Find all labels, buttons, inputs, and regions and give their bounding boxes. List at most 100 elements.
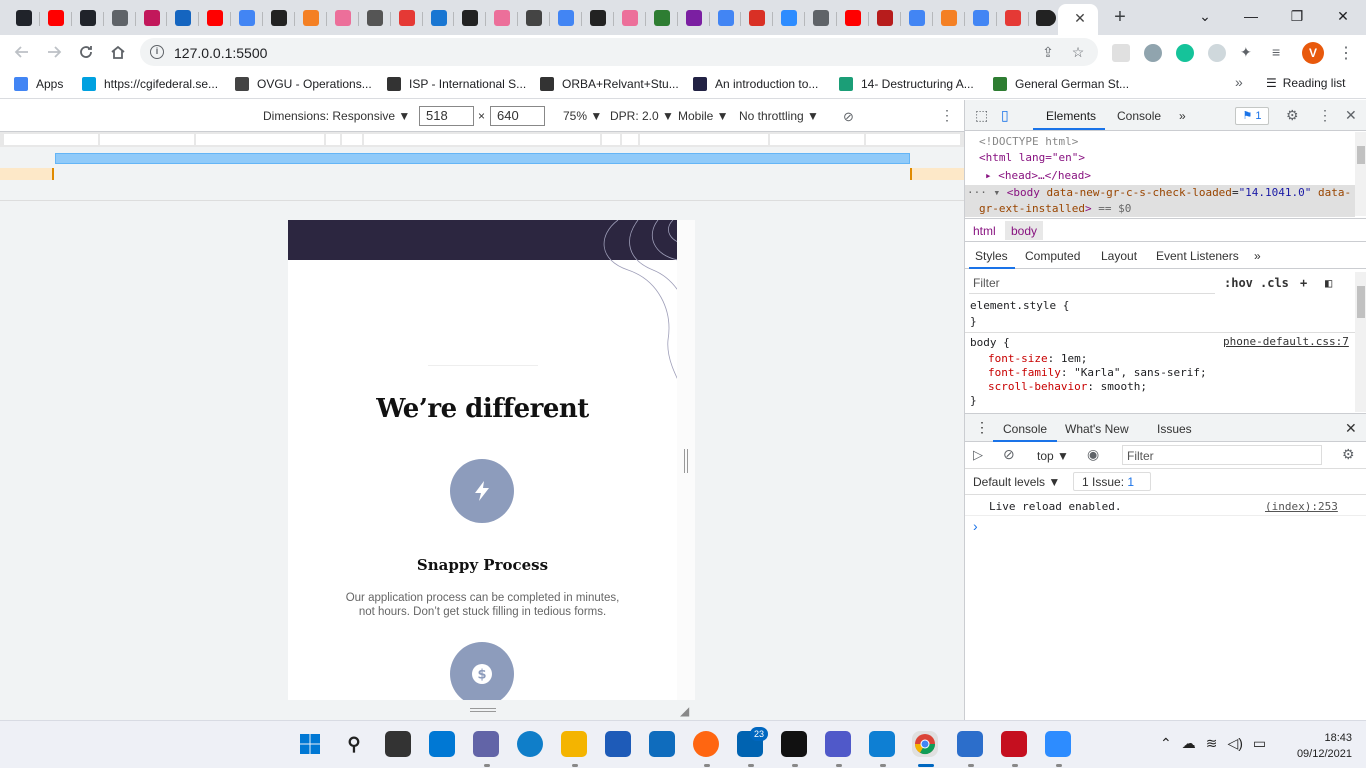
mode-dropdown[interactable]: Mobile ▼ <box>678 109 729 123</box>
bookmark-item[interactable]: An introduction to... <box>693 76 818 92</box>
console-prompt[interactable]: › <box>973 518 978 534</box>
media-query-segment[interactable] <box>602 134 620 145</box>
vscode-icon[interactable] <box>869 731 895 757</box>
media-query-segment[interactable] <box>342 134 362 145</box>
media-query-bar[interactable] <box>0 132 964 147</box>
browser-tab[interactable] <box>327 4 359 32</box>
styles-scrollbar[interactable] <box>1355 272 1366 412</box>
dpr-dropdown[interactable]: DPR: 2.0 ▼ <box>610 109 674 123</box>
device-toggle-icon[interactable]: ▯ <box>1001 107 1009 124</box>
dom-body[interactable]: ··· ▾ <body data-new-gr-c-s-check-loaded… <box>967 186 1351 199</box>
browser-tab[interactable] <box>933 4 965 32</box>
browser-tab[interactable] <box>359 4 391 32</box>
drawer-tab-whats-new[interactable]: What's New <box>1065 422 1129 436</box>
new-tab-button[interactable]: + <box>1108 6 1132 30</box>
css-selector[interactable]: element.style { <box>970 299 1069 312</box>
bookmark-item[interactable]: General German St... <box>993 76 1129 92</box>
tab-elements[interactable]: Elements <box>1046 109 1096 123</box>
drawer-kebab-icon[interactable]: ⋮ <box>975 419 989 436</box>
devtools-close-icon[interactable]: ✕ <box>1345 107 1357 124</box>
media-query-segment[interactable] <box>640 134 768 145</box>
resize-handle-corner[interactable]: ◢ <box>680 704 689 718</box>
reading-list-button[interactable]: ☰ Reading list <box>1266 76 1345 90</box>
home-button[interactable] <box>106 40 130 64</box>
browser-tab[interactable] <box>678 4 710 32</box>
bookmark-star-icon[interactable]: ☆ <box>1070 44 1086 60</box>
media-query-segment[interactable] <box>770 134 864 145</box>
media-query-max-width-bar[interactable] <box>55 153 910 164</box>
issues-chip[interactable]: 1 Issue: 1 <box>1073 472 1151 491</box>
browser-tab[interactable] <box>869 4 901 32</box>
chrome-icon[interactable] <box>912 731 938 757</box>
tab-styles[interactable]: Styles <box>975 249 1008 263</box>
bookmark-item[interactable]: https://cgifederal.se... <box>82 76 218 92</box>
reload-button[interactable] <box>74 40 98 64</box>
width-input[interactable]: 518 <box>419 106 474 126</box>
share-icon[interactable]: ⇪ <box>1040 44 1056 60</box>
search-icon[interactable]: ⚲ <box>341 731 367 757</box>
mail-icon[interactable] <box>649 731 675 757</box>
browser-tab[interactable] <box>295 4 327 32</box>
profile-avatar[interactable]: V <box>1302 42 1324 64</box>
media-query-segment[interactable] <box>4 134 98 145</box>
edge-icon[interactable] <box>517 731 543 757</box>
widgets-icon[interactable] <box>429 731 455 757</box>
forward-button[interactable] <box>42 40 66 64</box>
grammarly-icon[interactable] <box>1176 44 1194 62</box>
bookmark-item[interactable]: ISP - International S... <box>387 76 526 92</box>
address-bar[interactable]: i 127.0.0.1:5500 ⇪ ☆ <box>140 38 1098 66</box>
cls-button[interactable]: .cls <box>1260 276 1289 290</box>
tab-layout[interactable]: Layout <box>1101 249 1137 263</box>
dom-html[interactable]: <html lang="en"> <box>979 151 1085 164</box>
bookmark-item[interactable]: ORBA+Relvant+Stu... <box>540 76 679 92</box>
media-query-segment[interactable] <box>866 134 960 145</box>
notepad-icon[interactable] <box>957 731 983 757</box>
hov-button[interactable]: :hov <box>1224 276 1253 290</box>
log-levels-dropdown[interactable]: Default levels ▼ <box>973 475 1060 489</box>
inspect-icon[interactable]: ⬚ <box>975 107 988 124</box>
browser-tab[interactable] <box>518 4 551 32</box>
browser-tab[interactable] <box>486 4 519 32</box>
browser-tab[interactable] <box>646 4 678 32</box>
clock[interactable]: 18:43 09/12/2021 <box>1288 730 1352 762</box>
browser-tab[interactable] <box>104 4 136 32</box>
console-message-source[interactable]: (index):253 <box>1265 500 1338 513</box>
css-source-link[interactable]: phone-default.css:7 <box>1223 335 1349 348</box>
rotate-icon[interactable]: ⊘ <box>843 109 854 125</box>
volume-icon[interactable]: ◁) <box>1227 735 1242 752</box>
css-selector[interactable]: body { <box>970 336 1010 349</box>
bookmark-item[interactable]: 14- Destructuring A... <box>839 76 974 92</box>
cloud-icon[interactable]: ☁ <box>1182 735 1196 752</box>
css-declaration[interactable]: font-family: "Karla", sans-serif; <box>988 366 1207 379</box>
minimize-button[interactable]: — <box>1236 6 1266 26</box>
media-query-segment[interactable] <box>196 134 324 145</box>
store-icon[interactable] <box>605 731 631 757</box>
browser-tab[interactable] <box>167 4 200 32</box>
dom-head[interactable]: ▸ <head>…</head> <box>985 169 1091 182</box>
context-dropdown[interactable]: top ▼ <box>1037 449 1069 463</box>
sidebar-toggle-icon[interactable]: ▷ <box>973 447 983 463</box>
tab-event-listeners[interactable]: Event Listeners <box>1156 249 1239 263</box>
tab-computed[interactable]: Computed <box>1025 249 1080 263</box>
dom-scrollbar[interactable] <box>1355 132 1366 216</box>
windows-start-icon[interactable] <box>297 731 323 757</box>
browser-tab[interactable] <box>550 4 583 32</box>
chevron-up-icon[interactable]: ⌃ <box>1160 735 1172 752</box>
dimensions-dropdown[interactable]: Dimensions: Responsive ▼ <box>263 109 410 123</box>
styles-filter-input[interactable]: Filter <box>969 272 1215 294</box>
browser-tab[interactable] <box>136 4 168 32</box>
zoom-dropdown[interactable]: 75% ▼ <box>563 109 602 123</box>
extension-icon[interactable] <box>1208 44 1226 62</box>
browser-tab[interactable] <box>263 4 296 32</box>
browser-tab[interactable] <box>40 4 72 32</box>
browser-tab[interactable] <box>773 4 806 32</box>
browser-tab[interactable] <box>965 4 997 32</box>
toggle-sidebar-icon[interactable]: ◧ <box>1325 276 1332 290</box>
drawer-tab-issues[interactable]: Issues <box>1157 422 1192 436</box>
chat-icon[interactable] <box>473 731 499 757</box>
tab-console[interactable]: Console <box>1117 109 1161 123</box>
browser-tab[interactable] <box>423 4 455 32</box>
window-close-button[interactable]: ✕ <box>1328 6 1358 26</box>
throttle-dropdown[interactable]: No throttling ▼ <box>739 109 819 123</box>
acrobat-icon[interactable] <box>1001 731 1027 757</box>
